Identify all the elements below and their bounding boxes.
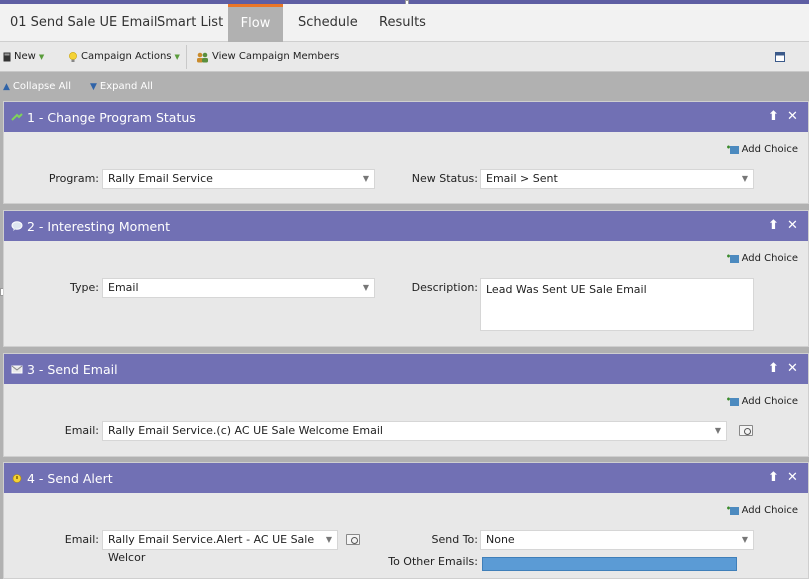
type-label: Type: xyxy=(70,281,99,294)
expand-all-label: Expand All xyxy=(99,81,153,92)
add-choice-icon xyxy=(726,254,739,263)
new-status-value: Email > Sent xyxy=(486,172,558,185)
add-choice-button[interactable]: Add Choice xyxy=(726,396,798,407)
add-choice-icon xyxy=(726,506,739,515)
add-choice-button[interactable]: Add Choice xyxy=(726,144,798,155)
add-choice-label: Add Choice xyxy=(741,253,798,264)
add-choice-label: Add Choice xyxy=(741,144,798,155)
add-choice-button[interactable]: Add Choice xyxy=(726,505,798,516)
add-choice-label: Add Choice xyxy=(741,505,798,516)
email-label: Email: xyxy=(64,424,99,437)
email-select[interactable]: Rally Email Service.(c) AC UE Sale Welco… xyxy=(102,421,727,441)
toolbar: New ▼ Campaign Actions ▼ View Campaign M… xyxy=(0,42,809,72)
move-up-icon[interactable]: ⬆ xyxy=(766,109,781,124)
send-to-select[interactable]: None ▼ xyxy=(480,530,754,550)
program-label: Program: xyxy=(48,172,99,185)
to-other-emails-label: To Other Emails: xyxy=(388,555,478,568)
move-up-icon[interactable]: ⬆ xyxy=(766,470,781,485)
close-icon[interactable]: ✕ xyxy=(785,361,800,376)
chevron-down-icon: ▼ xyxy=(741,535,748,544)
flow-step-interesting-moment: 2 - Interesting Moment ⬆ ✕ Add Choice Ty… xyxy=(3,210,809,347)
add-choice-button[interactable]: Add Choice xyxy=(726,253,798,264)
campaign-actions-label: Campaign Actions xyxy=(81,51,172,62)
description-textarea[interactable]: Lead Was Sent UE Sale Email xyxy=(480,278,754,331)
status-change-icon xyxy=(11,113,23,121)
to-other-emails-input[interactable] xyxy=(482,557,737,571)
new-status-label: New Status: xyxy=(411,172,478,185)
collapse-all-button[interactable]: ▲ Collapse All xyxy=(3,73,71,101)
program-value: Rally Email Service xyxy=(108,172,213,185)
expand-icon: ▼ xyxy=(90,82,97,92)
collapse-expand-bar: ▲ Collapse All ▼ Expand All xyxy=(0,73,809,101)
people-icon xyxy=(197,52,208,62)
lightbulb-icon xyxy=(69,51,77,62)
add-choice-icon xyxy=(726,397,739,406)
tab-schedule[interactable]: Schedule xyxy=(288,4,368,42)
new-status-select[interactable]: Email > Sent ▼ xyxy=(480,169,754,189)
chevron-down-icon: ▼ xyxy=(325,535,332,544)
program-select[interactable]: Rally Email Service ▼ xyxy=(102,169,375,189)
email-label: Email: xyxy=(64,533,99,546)
campaign-actions-button[interactable]: Campaign Actions ▼ xyxy=(68,42,180,72)
step-header: 2 - Interesting Moment ⬆ ✕ xyxy=(4,211,808,241)
window-icon[interactable] xyxy=(775,52,785,62)
send-to-value: None xyxy=(486,533,515,546)
preview-icon[interactable] xyxy=(739,425,753,436)
email-value: Rally Email Service.(c) AC UE Sale Welco… xyxy=(108,424,383,437)
alert-bell-icon xyxy=(12,474,22,483)
step-title: 4 - Send Alert xyxy=(27,470,113,486)
chevron-down-icon: ▼ xyxy=(362,283,369,292)
add-choice-label: Add Choice xyxy=(741,396,798,407)
tab-smart-list[interactable]: Smart List xyxy=(147,4,233,42)
close-icon[interactable]: ✕ xyxy=(785,218,800,233)
tab-flow[interactable]: Flow xyxy=(228,4,283,42)
move-up-icon[interactable]: ⬆ xyxy=(766,218,781,233)
close-icon[interactable]: ✕ xyxy=(785,109,800,124)
description-label: Description: xyxy=(411,281,478,294)
flow-step-send-email: 3 - Send Email ⬆ ✕ Add Choice Email: Ral… xyxy=(3,353,809,457)
dropdown-arrow-icon: ▼ xyxy=(174,53,180,61)
send-to-label: Send To: xyxy=(431,533,479,546)
move-up-icon[interactable]: ⬆ xyxy=(766,361,781,376)
new-label: New xyxy=(14,51,36,62)
flow-step-send-alert: 4 - Send Alert ⬆ ✕ Add Choice Email: Ral… xyxy=(3,462,809,579)
tab-results[interactable]: Results xyxy=(369,4,436,42)
type-select[interactable]: Email ▼ xyxy=(102,278,375,298)
chevron-down-icon: ▼ xyxy=(741,174,748,183)
step-title: 3 - Send Email xyxy=(27,361,118,377)
flow-step-change-program-status: 1 - Change Program Status ⬆ ✕ Add Choice… xyxy=(3,101,809,204)
collapse-all-label: Collapse All xyxy=(12,81,71,92)
add-choice-icon xyxy=(726,145,739,154)
step-title: 1 - Change Program Status xyxy=(27,109,196,125)
view-campaign-members-label: View Campaign Members xyxy=(212,51,340,62)
tab-campaign-name[interactable]: 01 Send Sale UE Email xyxy=(0,4,167,42)
alert-email-select[interactable]: Rally Email Service.Alert - AC UE Sale W… xyxy=(102,530,338,564)
chevron-down-icon: ▼ xyxy=(362,174,369,183)
step-header: 1 - Change Program Status ⬆ ✕ xyxy=(4,102,808,132)
close-icon[interactable]: ✕ xyxy=(785,470,800,485)
step-title: 2 - Interesting Moment xyxy=(27,218,171,234)
tab-bar: 01 Send Sale UE Email Smart List Flow Sc… xyxy=(0,4,809,42)
alert-email-value: Rally Email Service.Alert - AC UE Sale W… xyxy=(108,533,315,564)
view-campaign-members-button[interactable]: View Campaign Members xyxy=(196,42,339,72)
step-header: 3 - Send Email ⬆ ✕ xyxy=(4,354,808,384)
new-button[interactable]: New ▼ xyxy=(3,42,44,72)
new-icon xyxy=(3,52,11,62)
expand-all-button[interactable]: ▼ Expand All xyxy=(90,73,153,101)
chevron-down-icon: ▼ xyxy=(714,426,721,435)
type-value: Email xyxy=(108,281,139,294)
step-header: 4 - Send Alert ⬆ ✕ xyxy=(4,463,808,493)
speech-bubble-icon xyxy=(11,221,23,231)
toolbar-divider xyxy=(186,45,187,69)
dropdown-arrow-icon: ▼ xyxy=(38,53,45,61)
preview-icon[interactable] xyxy=(346,534,360,545)
collapse-icon: ▲ xyxy=(3,82,10,92)
envelope-icon xyxy=(11,365,23,374)
